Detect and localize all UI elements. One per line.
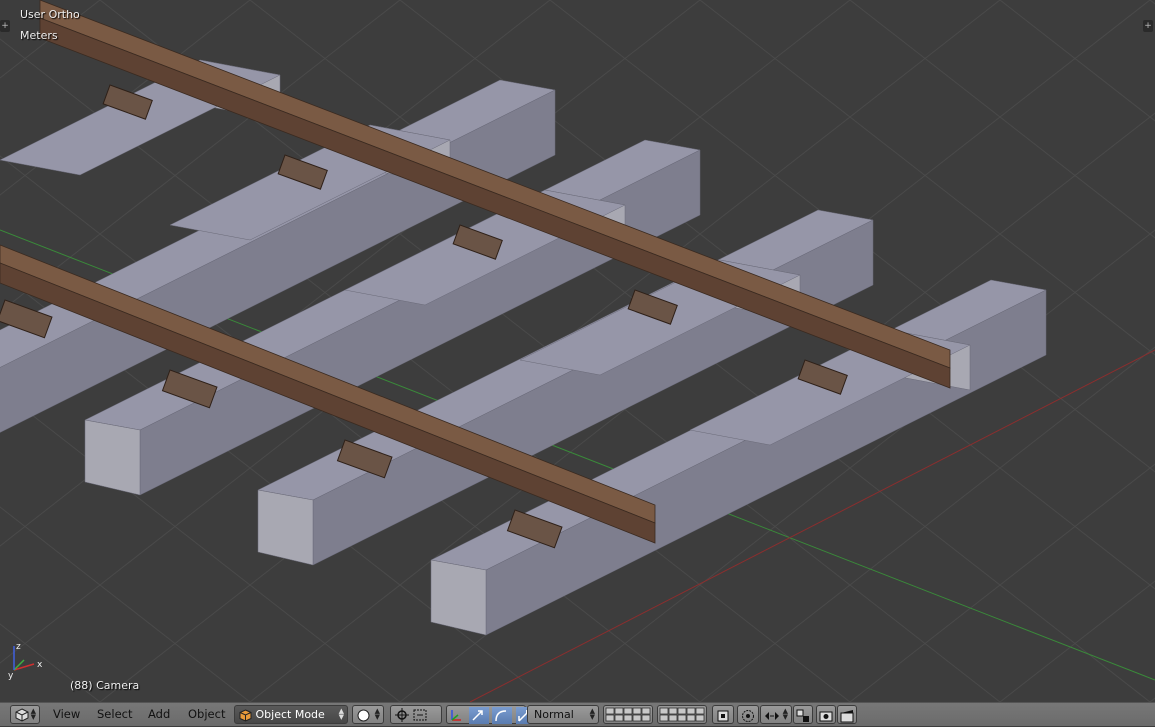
render-animation-button[interactable] xyxy=(837,705,857,724)
proportional-edit-icon xyxy=(742,710,754,722)
menu-add[interactable]: Add xyxy=(148,707,170,721)
axis-widget: x y z xyxy=(8,642,43,680)
orientation-label: Normal xyxy=(534,708,574,721)
manipulator-toggle-icon[interactable] xyxy=(447,707,465,724)
view-name: User Ortho xyxy=(20,8,80,21)
transform-orientation-select[interactable]: Normal ▲ ▼ xyxy=(527,705,599,724)
axis-z-label: z xyxy=(16,642,21,652)
rotate-icon xyxy=(495,710,507,722)
mode-label: Object Mode xyxy=(255,708,325,721)
layers-grid-left[interactable] xyxy=(603,705,653,724)
pivot-point-button[interactable] xyxy=(390,705,442,724)
layers-grid-right[interactable] xyxy=(657,705,707,724)
3d-view-icon xyxy=(15,708,29,722)
snap-target-icon xyxy=(796,709,809,722)
lock-layers-button[interactable] xyxy=(712,705,734,724)
translate-icon xyxy=(471,710,483,721)
solid-sphere-icon xyxy=(357,709,370,721)
manipulator-group xyxy=(446,705,534,724)
sleeper-end xyxy=(257,489,314,566)
menu-view[interactable]: View xyxy=(53,707,80,721)
layers-grid-icon xyxy=(659,707,705,722)
pivot-point-icon xyxy=(395,708,409,722)
units-label: Meters xyxy=(20,29,58,42)
axis-x-label: x xyxy=(37,660,43,670)
3d-view-header: ▲ ▼ View Select Add Object Object Mode ▲ ▼… xyxy=(0,702,1155,726)
properties-toggle-icon[interactable]: + xyxy=(1143,20,1153,32)
translate-button[interactable] xyxy=(468,706,489,724)
snap-element-select[interactable]: ▲ ▼ xyxy=(760,705,792,724)
menu-object[interactable]: Object xyxy=(188,707,225,721)
pivot-align-icon[interactable] xyxy=(413,708,427,722)
render-icon xyxy=(819,711,833,722)
snap-target-button[interactable] xyxy=(793,705,813,724)
axis-y-label: y xyxy=(8,671,14,680)
rotate-button[interactable] xyxy=(492,706,512,724)
clapper-icon xyxy=(840,710,854,723)
toolshelf-toggle-icon[interactable]: + xyxy=(0,20,10,32)
render-opengl-button[interactable] xyxy=(816,705,836,724)
viewport-scene[interactable] xyxy=(0,0,1155,702)
viewport-shading-button[interactable]: ▲ ▼ xyxy=(352,705,384,724)
editor-type-button[interactable]: ▲ ▼ xyxy=(10,705,40,724)
lock-layers-icon xyxy=(717,710,729,722)
sleeper-end xyxy=(430,559,487,636)
mode-select[interactable]: Object Mode ▲ ▼ xyxy=(234,705,348,724)
object-info: (88) Camera xyxy=(70,679,140,692)
proportional-edit-button[interactable] xyxy=(737,705,759,724)
sleeper-end xyxy=(84,419,141,496)
layers-grid-icon xyxy=(605,707,651,722)
3d-viewport[interactable]: User Ortho Meters (88) Camera + + x y z xyxy=(0,0,1155,702)
menu-select[interactable]: Select xyxy=(97,707,132,721)
cube-icon xyxy=(239,708,252,722)
snap-icon xyxy=(765,712,779,720)
